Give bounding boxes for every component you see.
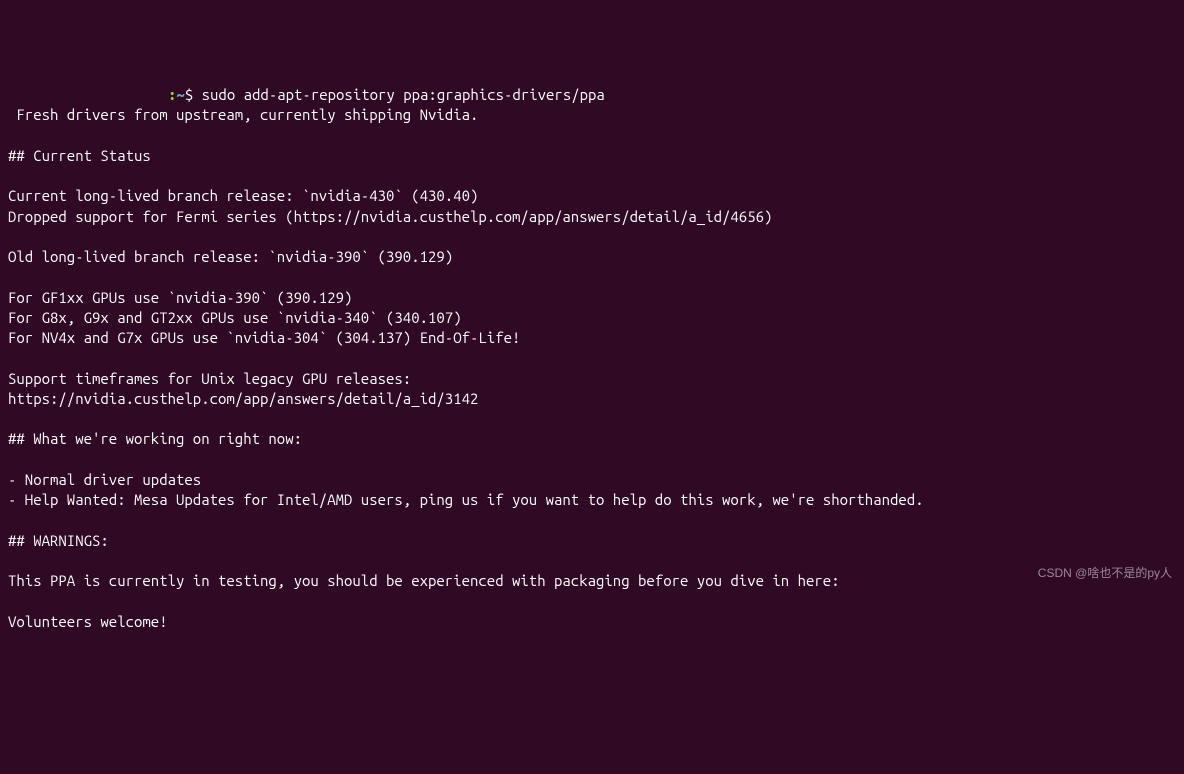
command-text: sudo add-apt-repository ppa:graphics-dri… (202, 86, 605, 103)
output-support-url: https://nvidia.custhelp.com/app/answers/… (8, 390, 478, 407)
output-old-branch: Old long-lived branch release: `nvidia-3… (8, 248, 453, 265)
output-line: Fresh drivers from upstream, currently s… (8, 106, 478, 123)
redacted-hostname (8, 89, 168, 103)
output-dropped-support: Dropped support for Fermi series (https:… (8, 208, 772, 225)
output-current-branch: Current long-lived branch release: `nvid… (8, 187, 478, 204)
output-gf1xx: For GF1xx GPUs use `nvidia-390` (390.129… (8, 289, 352, 306)
output-volunteers: Volunteers welcome! (8, 613, 168, 630)
output-working-item: - Normal driver updates (8, 471, 201, 488)
terminal-output[interactable]: :~$ sudo add-apt-repository ppa:graphics… (8, 85, 1176, 632)
watermark-text: CSDN @啥也不是的py人 (1038, 565, 1172, 581)
prompt-path: ~ (176, 86, 184, 103)
output-nv4x: For NV4x and G7x GPUs use `nvidia-304` (… (8, 329, 520, 346)
output-section-header: ## What we're working on right now: (8, 430, 302, 447)
output-support-timeframes: Support timeframes for Unix legacy GPU r… (8, 370, 411, 387)
output-working-item: - Help Wanted: Mesa Updates for Intel/AM… (8, 491, 924, 508)
output-warning-text: This PPA is currently in testing, you sh… (8, 572, 840, 589)
output-g8x: For G8x, G9x and GT2xx GPUs use `nvidia-… (8, 309, 462, 326)
output-section-header: ## WARNINGS: (8, 532, 109, 549)
prompt-dollar: $ (185, 86, 202, 103)
output-section-header: ## Current Status (8, 147, 151, 164)
